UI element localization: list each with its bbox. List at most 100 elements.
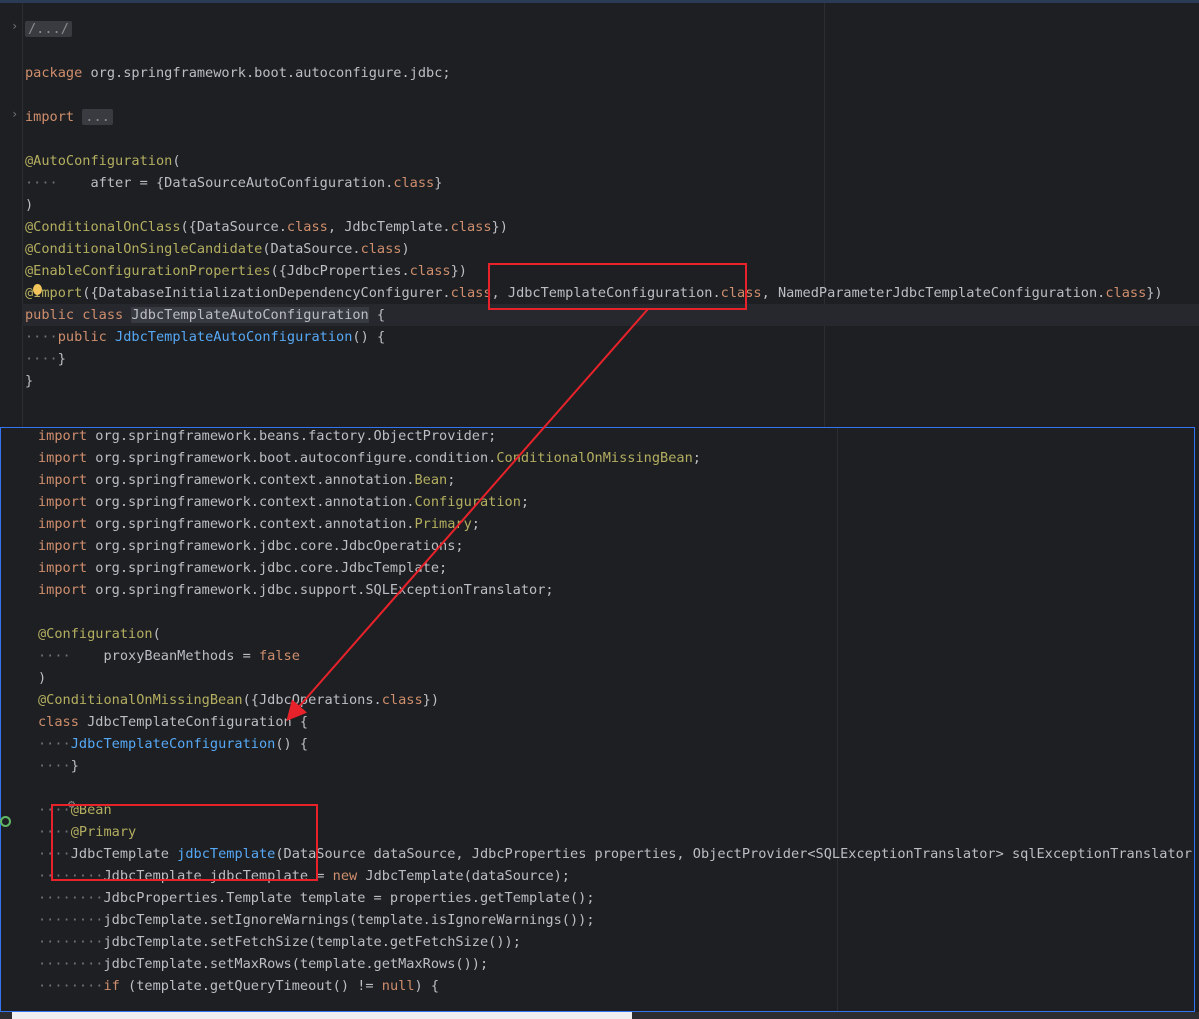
lightbulb-icon[interactable]: [33, 284, 42, 295]
highlight-box-bean-primary: [51, 804, 318, 881]
fold-chevron-icon[interactable]: ›: [11, 19, 18, 33]
code-token: @EnableConfigurationProperties: [25, 263, 271, 279]
code-token: ({JdbcOperations.: [242, 692, 382, 708]
code-token: JdbcTemplateConfiguration {: [78, 714, 309, 730]
code-line[interactable]: import org.springframework.context.annot…: [38, 469, 455, 491]
code-token: class: [450, 219, 492, 235]
code-token: ········: [38, 978, 104, 994]
code-token: ({JdbcProperties.: [270, 263, 410, 279]
code-line[interactable]: ····JdbcTemplateConfiguration() {: [38, 733, 308, 755]
code-token: ········: [38, 934, 104, 950]
code-token: (: [172, 153, 181, 169]
code-line[interactable]: ········jdbcTemplate.setMaxRows(template…: [38, 953, 488, 975]
code-token: ····: [38, 758, 71, 774]
code-line[interactable]: @Configuration(: [38, 623, 161, 645]
code-line[interactable]: import org.springframework.context.annot…: [38, 491, 529, 513]
code-line[interactable]: import org.springframework.jdbc.core.Jdb…: [38, 557, 447, 579]
code-line[interactable]: ········JdbcProperties.Template template…: [38, 887, 595, 909]
code-line[interactable]: ····}: [38, 755, 79, 777]
code-token: }): [450, 263, 467, 279]
code-token: proxyBeanMethods =: [70, 648, 259, 664]
code-token: ····: [38, 736, 71, 752]
code-line[interactable]: ···· after = {DataSourceAutoConfiguratio…: [25, 172, 442, 194]
code-token: (: [152, 626, 161, 642]
code-line[interactable]: ········jdbcTemplate.setIgnoreWarnings(t…: [38, 909, 595, 931]
code-token: ;: [471, 516, 480, 532]
code-line[interactable]: import org.springframework.jdbc.core.Jdb…: [38, 535, 464, 557]
code-line[interactable]: }: [25, 370, 33, 392]
code-token: public: [57, 329, 107, 345]
code-token: after = {DataSourceAutoConfiguration.: [57, 175, 394, 191]
code-line[interactable]: @ConditionalOnMissingBean({JdbcOperation…: [38, 689, 439, 711]
code-token: JdbcTemplateAutoConfiguration: [115, 329, 353, 345]
code-token: ConditionalOnMissingBean: [496, 450, 693, 466]
code-token: ): [25, 197, 34, 213]
code-token: ): [401, 241, 410, 257]
code-token: import: [38, 582, 88, 598]
code-token: ;: [692, 450, 701, 466]
code-token: @ConditionalOnClass: [25, 219, 181, 235]
code-token: (template.getQueryTimeout() !=: [119, 978, 382, 994]
code-line[interactable]: @EnableConfigurationProperties({JdbcProp…: [25, 260, 467, 282]
code-line[interactable]: @AutoConfiguration(: [25, 150, 181, 172]
code-line[interactable]: package org.springframework.boot.autocon…: [25, 62, 451, 84]
editor-gutter: › ›: [0, 3, 23, 428]
code-line[interactable]: import org.springframework.boot.autoconf…: [38, 447, 701, 469]
code-token: @ConditionalOnSingleCandidate: [25, 241, 263, 257]
editor-pane-autoconfiguration[interactable]: › › /.../ package org.springframework.boo…: [0, 0, 1199, 428]
code-token: class: [38, 714, 79, 730]
code-token: ;: [447, 472, 456, 488]
code-token: Primary: [414, 516, 472, 532]
code-token: ····: [25, 351, 58, 367]
code-token: org.springframework.beans.factory.Object…: [87, 428, 497, 444]
code-token: JdbcTemplate(dataSource);: [357, 868, 570, 884]
code-line[interactable]: ···· proxyBeanMethods = false: [38, 645, 300, 667]
code-token: class: [360, 241, 402, 257]
code-line[interactable]: ): [25, 194, 33, 216]
code-token: import: [38, 560, 88, 576]
status-bar-segment: [12, 1012, 632, 1019]
code-line[interactable]: import org.springframework.beans.factory…: [38, 428, 497, 447]
code-token: (DataSource.: [262, 241, 361, 257]
code-line[interactable]: /.../: [25, 18, 72, 40]
code-token: package: [25, 65, 83, 81]
code-line[interactable]: import ...: [25, 106, 113, 128]
code-line[interactable]: @ConditionalOnClass({DataSource.class, J…: [25, 216, 508, 238]
code-token: class: [450, 285, 492, 301]
code-line[interactable]: ····}: [25, 348, 66, 370]
code-token: ····: [25, 175, 58, 191]
code-line[interactable]: public class JdbcTemplateAutoConfigurati…: [25, 304, 385, 326]
code-token: JdbcTemplateConfiguration: [70, 736, 276, 752]
code-token: ········: [38, 912, 104, 928]
code-token: org.springframework.context.annotation.: [87, 516, 415, 532]
code-token: import: [38, 516, 88, 532]
code-token: org.springframework.jdbc.core.JdbcTempla…: [87, 560, 448, 576]
code-line[interactable]: ): [38, 667, 46, 689]
code-token: org.springframework.boot.autoconfigure.c…: [87, 450, 497, 466]
code-line[interactable]: ········jdbcTemplate.setFetchSize(templa…: [38, 931, 521, 953]
code-token: @Configuration: [38, 626, 153, 642]
code-token: ({DataSource.: [180, 219, 287, 235]
code-token: org.springframework.boot.autoconfigure.j…: [82, 65, 451, 81]
code-token: }): [491, 219, 508, 235]
code-line[interactable]: import org.springframework.context.annot…: [38, 513, 480, 535]
code-token: }: [70, 758, 79, 774]
code-line[interactable]: ····public JdbcTemplateAutoConfiguration…: [25, 326, 385, 348]
code-token: import: [38, 538, 88, 554]
code-line[interactable]: ········if (template.getQueryTimeout() !…: [38, 975, 439, 997]
right-margin-guide: [824, 3, 825, 428]
code-token: import: [38, 494, 88, 510]
code-token: null: [381, 978, 415, 994]
code-token: org.springframework.jdbc.core.JdbcOperat…: [87, 538, 464, 554]
code-token: Bean: [414, 472, 448, 488]
code-line[interactable]: import org.springframework.jdbc.support.…: [38, 579, 554, 601]
code-token: false: [259, 648, 300, 664]
spring-bean-icon[interactable]: [0, 816, 11, 827]
code-line[interactable]: class JdbcTemplateConfiguration {: [38, 711, 308, 733]
editor-pane-jdbc-template-configuration[interactable]: import org.springframework.beans.factory…: [0, 427, 1195, 1012]
code-token: ;: [520, 494, 530, 510]
fold-chevron-icon[interactable]: ›: [11, 107, 18, 121]
code-token: () {: [352, 329, 386, 345]
code-line[interactable]: @ConditionalOnSingleCandidate(DataSource…: [25, 238, 410, 260]
code-token: jdbcTemplate.setFetchSize(template.getFe…: [103, 934, 521, 950]
